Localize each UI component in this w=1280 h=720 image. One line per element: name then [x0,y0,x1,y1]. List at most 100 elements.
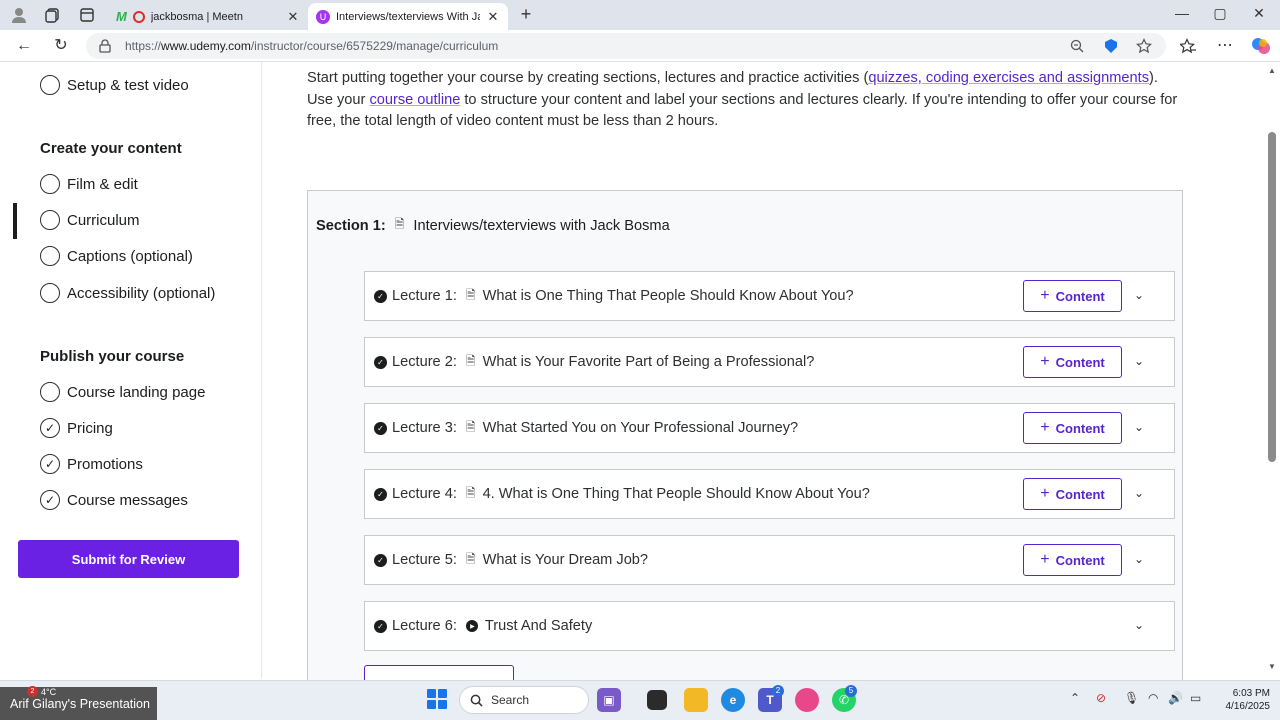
taskbar-clock[interactable]: 6:03 PM 4/16/2025 [1218,687,1271,713]
tab-meetn[interactable]: M jackbosma | Meetn ✕ [108,3,308,30]
add-content-button[interactable]: + Content [1023,412,1122,444]
unchecked-circle-icon [40,246,60,266]
checked-circle-icon: ✓ [40,418,60,438]
sidebar-item-pricing[interactable]: ✓ Pricing [40,416,113,440]
sidebar-item-accessibility[interactable]: Accessibility (optional) [40,281,215,305]
add-content-button[interactable]: + Content [1023,544,1122,576]
zoom-icon[interactable] [1070,39,1084,53]
tab-udemy[interactable]: U Interviews/texterviews With Jack B ✕ [308,3,508,30]
sidebar-item-promotions[interactable]: ✓ Promotions [40,452,143,476]
lecture-label: Lecture 4: [392,486,457,502]
lecture-title: Trust And Safety [484,618,593,634]
favorite-star-icon[interactable] [1136,38,1152,54]
chevron-down-icon[interactable]: ⌄ [1131,551,1147,567]
unchecked-circle-icon [40,210,60,230]
active-item-indicator [13,203,17,239]
document-icon: 🗎 [465,419,476,434]
plus-icon: + [1040,419,1050,436]
lecture-title: What is Your Favorite Part of Being a Pr… [482,354,815,370]
edge-browser-icon[interactable]: e [721,688,745,712]
chevron-down-icon[interactable]: ⌄ [1131,617,1147,633]
url-text: https://www.udemy.com/instructor/course/… [125,39,499,53]
sidebar-item-label: Curriculum [67,211,140,229]
sidebar-item-course-messages[interactable]: ✓ Course messages [40,488,188,512]
chevron-down-icon[interactable]: ⌄ [1131,419,1147,435]
workspaces-icon[interactable] [44,6,62,24]
tab-title: jackbosma | Meetn [150,10,243,23]
close-tab-icon[interactable]: ✕ [486,9,500,25]
new-tab-button[interactable]: + [516,4,536,25]
section-title: Section 1: 🗎 Interviews/texterviews with… [316,215,670,236]
sidebar-item-label: Promotions [67,455,143,473]
plus-icon: + [1040,353,1050,370]
coupon-icon[interactable] [1103,38,1119,54]
course-steps-sidebar: Setup & test video Create your content F… [0,62,262,678]
copilot-app-icon[interactable] [795,688,819,712]
quizzes-link[interactable]: quizzes, coding exercises and assignment… [868,70,1149,86]
clipchamp-icon[interactable]: ▣ [597,688,621,712]
scroll-thumb[interactable] [1268,132,1276,462]
scroll-up-icon[interactable]: ▲ [1268,66,1276,75]
wifi-icon[interactable]: ◠ [1148,691,1158,705]
copilot-icon[interactable] [1251,36,1271,56]
weather-badge: 2 [27,686,38,697]
tab-actions-icon[interactable] [78,6,96,24]
submit-for-review-button[interactable]: Submit for Review [18,540,239,578]
windows-start-icon[interactable] [427,689,447,709]
maximize-button[interactable]: ▢ [1210,5,1230,22]
close-window-button[interactable]: ✕ [1249,5,1269,22]
lecture-row[interactable]: ✓ Lecture 5: 🗎 What is Your Dream Job? +… [364,535,1175,585]
sidebar-item-film-edit[interactable]: Film & edit [40,172,138,196]
lecture-row[interactable]: ✓ Lecture 1: 🗎 What is One Thing That Pe… [364,271,1175,321]
address-bar[interactable]: https://www.udemy.com/instructor/course/… [86,33,1166,59]
add-content-button[interactable]: + Content [1023,478,1122,510]
weather-widget[interactable]: 2 4°C [27,686,56,697]
task-view-icon[interactable] [647,690,667,710]
battery-icon[interactable]: ▭ [1190,691,1201,705]
favorites-icon[interactable] [1180,38,1196,54]
volume-icon[interactable]: 🔊 [1168,691,1183,705]
minimize-button[interactable]: — [1172,5,1192,21]
play-circle-icon: ▶ [465,620,478,632]
lecture-row[interactable]: ✓ Lecture 2: 🗎 What is Your Favorite Par… [364,337,1175,387]
antivirus-icon[interactable]: ⊘ [1096,691,1106,705]
back-icon[interactable]: ← [14,36,34,56]
sidebar-item-setup-test-video[interactable]: Setup & test video [40,73,189,97]
scroll-down-icon[interactable]: ▼ [1268,662,1276,671]
refresh-icon[interactable]: ↻ [51,36,71,56]
close-tab-icon[interactable]: ✕ [286,9,300,25]
document-icon: 🗎 [465,353,476,368]
chevron-down-icon[interactable]: ⌄ [1131,353,1147,369]
chevron-down-icon[interactable]: ⌄ [1131,485,1147,501]
sidebar-item-label: Pricing [67,419,113,437]
file-explorer-icon[interactable] [684,688,708,712]
check-circle-icon: ✓ [374,619,387,633]
course-outline-link[interactable]: course outline [369,92,460,108]
recording-icon [132,10,145,23]
site-info-icon[interactable] [98,39,112,53]
taskbar-search[interactable]: Search [459,686,589,714]
lecture-label: Lecture 6: [392,618,457,634]
add-content-button[interactable]: + Content [1023,346,1122,378]
lecture-row[interactable]: ✓ Lecture 4: 🗎 4. What is One Thing That… [364,469,1175,519]
chevron-down-icon[interactable]: ⌄ [1131,287,1147,303]
profile-icon[interactable] [10,6,28,24]
sidebar-item-label: Course messages [67,491,188,509]
lecture-label: Lecture 3: [392,420,457,436]
add-content-button[interactable]: + Content [1023,280,1122,312]
lecture-row[interactable]: ✓ Lecture 6: ▶ Trust And Safety ⌄ [364,601,1175,651]
meetn-icon: M [116,9,127,24]
lecture-title: What is One Thing That People Should Kno… [482,288,854,304]
search-label: Search [491,693,530,707]
sidebar-item-course-landing-page[interactable]: Course landing page [40,380,205,404]
sidebar-item-captions[interactable]: Captions (optional) [40,244,193,268]
sidebar-item-label: Setup & test video [67,76,189,94]
sidebar-item-curriculum[interactable]: Curriculum [40,208,140,232]
lecture-row[interactable]: ✓ Lecture 3: 🗎 What Started You on Your … [364,403,1175,453]
page-scrollbar[interactable]: ▲ ▼ [1264,62,1280,678]
lecture-label: Lecture 5: [392,552,457,568]
chevron-up-icon[interactable]: ⌃ [1070,691,1080,705]
more-options-icon[interactable]: ⋯ [1215,36,1235,56]
microphone-icon[interactable]: 🎙 [1124,691,1139,705]
curriculum-intro-text: Start putting together your course by cr… [307,70,1178,129]
